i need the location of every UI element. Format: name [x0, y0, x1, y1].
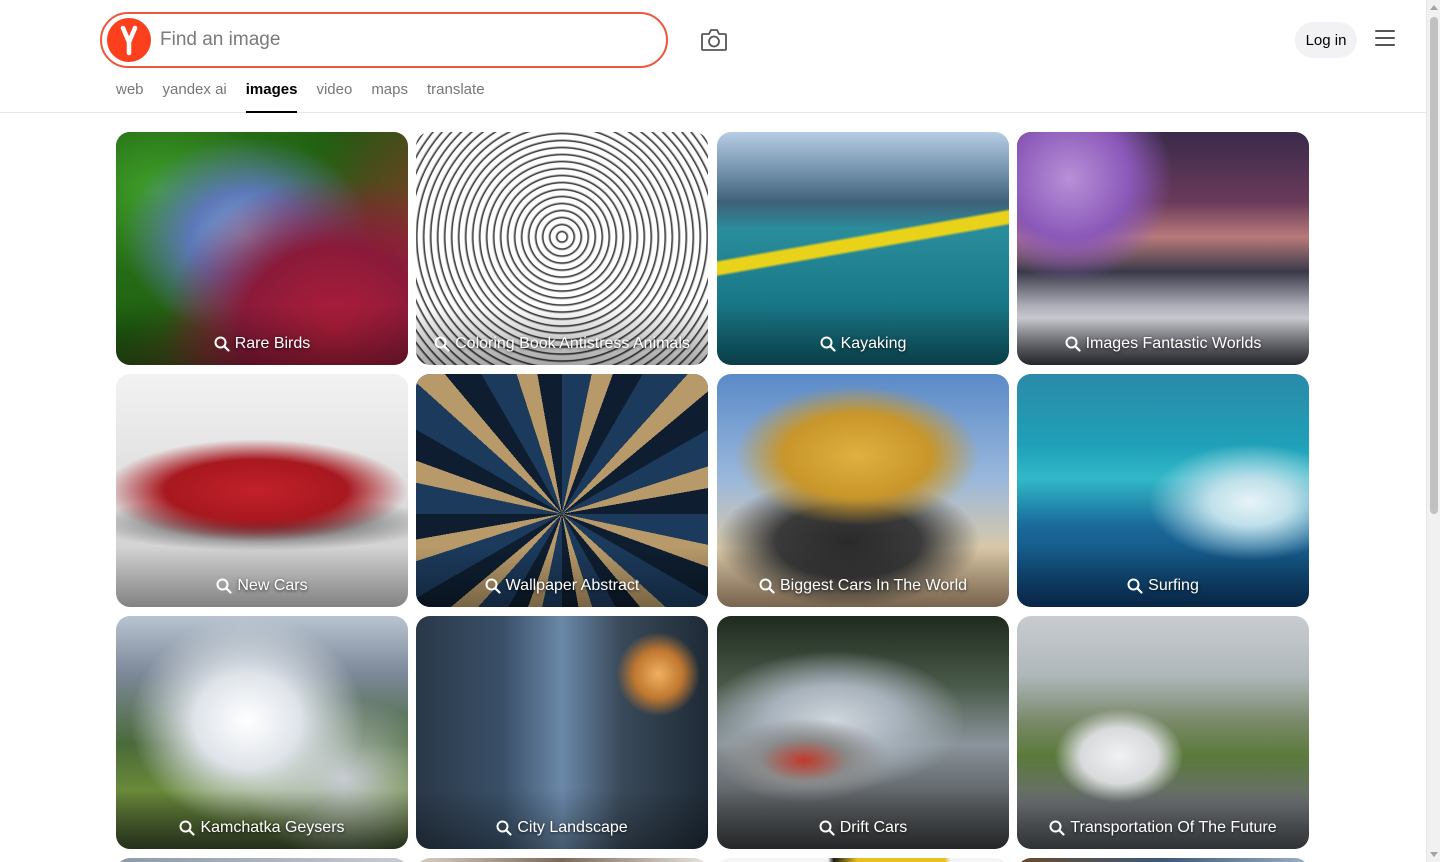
partial-image: [116, 858, 408, 862]
search-box[interactable]: [100, 12, 668, 68]
search-icon: [820, 336, 836, 352]
search-icon: [1049, 820, 1065, 836]
card-label: Wallpaper Abstract: [416, 577, 708, 595]
search-input[interactable]: [160, 22, 650, 58]
card-label: Biggest Cars In The World: [717, 577, 1009, 595]
partial-image: [1017, 858, 1309, 862]
image-card-biggest-cars[interactable]: Biggest Cars In The World: [717, 374, 1009, 607]
header: Log in web yandex ai images video maps t…: [0, 0, 1426, 113]
tab-translate[interactable]: translate: [427, 80, 485, 113]
card-label: Rare Birds: [116, 335, 408, 353]
card-label: Surfing: [1017, 577, 1309, 595]
card-label: New Cars: [116, 577, 408, 595]
tab-web[interactable]: web: [116, 80, 144, 113]
image-card-wallpaper-abstract[interactable]: Wallpaper Abstract: [416, 374, 708, 607]
search-icon: [1065, 336, 1081, 352]
tab-yandex-ai[interactable]: yandex ai: [163, 80, 227, 113]
scrollbar-thumb[interactable]: [1430, 17, 1438, 514]
image-card-fantastic-worlds[interactable]: Images Fantastic Worlds: [1017, 132, 1309, 365]
card-label: Drift Cars: [717, 819, 1009, 837]
scroll-down-arrow-icon[interactable]: [1430, 852, 1438, 857]
tab-maps[interactable]: maps: [371, 80, 408, 113]
image-card-surfing[interactable]: Surfing: [1017, 374, 1309, 607]
search-icon: [759, 578, 775, 594]
tab-video[interactable]: video: [316, 80, 352, 113]
image-card-drift-cars[interactable]: Drift Cars: [717, 616, 1009, 849]
menu-icon[interactable]: [1375, 30, 1395, 48]
search-icon: [1127, 578, 1143, 594]
search-icon: [214, 336, 230, 352]
search-icon: [434, 336, 450, 352]
card-label: Kayaking: [717, 335, 1009, 353]
yandex-logo-icon[interactable]: [107, 18, 151, 62]
image-card-coloring-book[interactable]: Coloring Book Antistress Animals: [416, 132, 708, 365]
card-label: Transportation Of The Future: [1017, 819, 1309, 837]
image-card-city-landscape[interactable]: City Landscape: [416, 616, 708, 849]
image-card-kamchatka-geysers[interactable]: Kamchatka Geysers: [116, 616, 408, 849]
search-icon: [216, 578, 232, 594]
login-button[interactable]: Log in: [1295, 22, 1357, 58]
search-icon: [485, 578, 501, 594]
camera-search-icon[interactable]: [700, 27, 728, 53]
card-label: Images Fantastic Worlds: [1017, 335, 1309, 353]
tab-images[interactable]: images: [245, 80, 297, 113]
image-card-kayaking[interactable]: Kayaking: [717, 132, 1009, 365]
image-card-partial[interactable]: [717, 858, 1009, 862]
image-card-partial[interactable]: [1017, 858, 1309, 862]
image-card-partial[interactable]: [416, 858, 708, 862]
image-card-rare-birds[interactable]: Rare Birds: [116, 132, 408, 365]
search-icon: [819, 820, 835, 836]
scroll-up-arrow-icon[interactable]: [1430, 5, 1438, 10]
image-card-transportation-future[interactable]: Transportation Of The Future: [1017, 616, 1309, 849]
partial-image: [717, 858, 1009, 862]
card-label: Coloring Book Antistress Animals: [416, 335, 708, 353]
partial-image: [416, 858, 708, 862]
card-label: Kamchatka Geysers: [116, 819, 408, 837]
search-icon: [179, 820, 196, 836]
image-card-partial[interactable]: [116, 858, 408, 862]
scrollbar[interactable]: [1426, 0, 1440, 862]
card-label: City Landscape: [416, 819, 708, 837]
search-icon: [496, 820, 512, 836]
image-card-new-cars[interactable]: New Cars: [116, 374, 408, 607]
service-tabs: web yandex ai images video maps translat…: [116, 80, 504, 113]
